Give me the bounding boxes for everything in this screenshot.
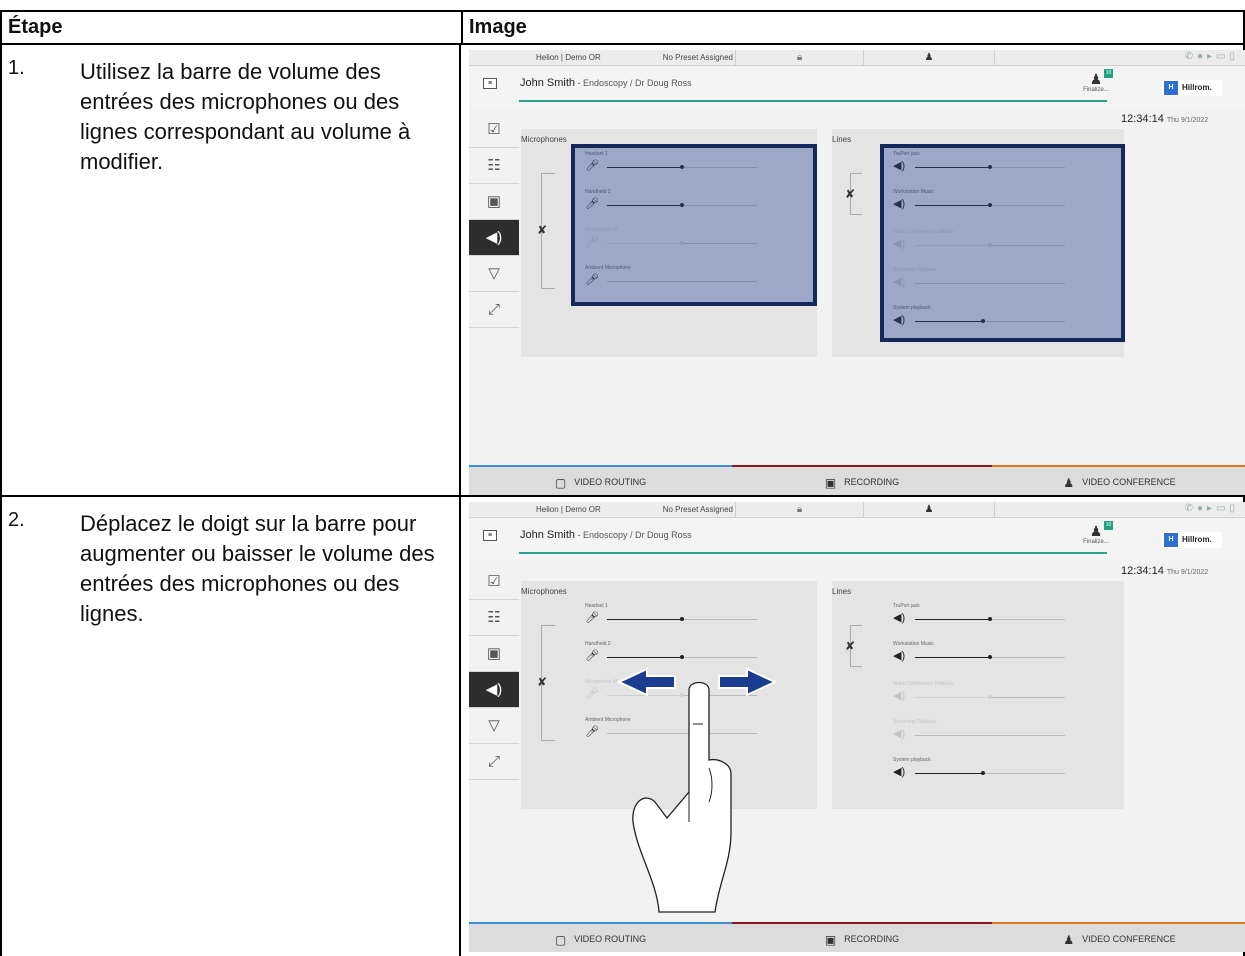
table-header: Étape Image xyxy=(0,10,1245,45)
audio-icon[interactable]: ◀) xyxy=(469,220,519,256)
ui-screenshot: Helion | Demo OR No Preset Assigned 🔒︎ ♟… xyxy=(469,502,1245,952)
step-row-2: 2. Déplacez le doigt sur la barre pour a… xyxy=(0,497,1245,956)
mic-mute-icon[interactable]: ✘ xyxy=(537,223,547,237)
step-text: Utilisez la barre de volume des entrées … xyxy=(80,59,411,174)
site-label: Helion | Demo OR xyxy=(536,53,601,62)
light-icon[interactable]: ▽ xyxy=(469,256,519,292)
status-icons: ✆●▸▭▯ xyxy=(1184,51,1239,62)
checklist-icon[interactable]: ☑ xyxy=(469,112,519,148)
tab-recording[interactable]: ▣ RECORDING xyxy=(732,465,992,495)
step-row-1: 1. Utilisez la barre de volume des entré… xyxy=(0,45,1245,497)
lock-icon[interactable]: 🔒︎ xyxy=(735,50,863,66)
hand-icon xyxy=(632,681,732,913)
microphones-title: Microphones xyxy=(521,135,567,144)
hillrom-logo: H Hillrom. xyxy=(1162,80,1222,96)
finalize-badge: 10 xyxy=(1104,69,1113,78)
lines-mute-icon[interactable]: ✘ xyxy=(845,187,855,201)
lines-title: Lines xyxy=(832,135,852,144)
camera-icon[interactable]: ⤢ xyxy=(469,292,519,328)
finalize-button[interactable]: ♟ 10 Finalize... xyxy=(1081,69,1113,93)
header-step: Étape xyxy=(2,12,463,43)
display-icon[interactable]: ▣ xyxy=(469,184,519,220)
patient-header: ≡ John Smith - Endoscopy / Dr Doug Ross … xyxy=(469,67,1245,107)
video-conference-icon: ♟ xyxy=(1063,475,1075,490)
step-number: 1. xyxy=(8,57,25,79)
side-nav: ☑ ☷ ▣ ◀) ▽ ⤢ xyxy=(469,112,519,328)
tab-video-conference[interactable]: ♟ VIDEO CONFERENCE xyxy=(992,465,1245,495)
step-cell: 2. Déplacez le doigt sur la barre pour a… xyxy=(2,497,461,956)
step-text: Déplacez le doigt sur la barre pour augm… xyxy=(80,511,435,626)
video-routing-icon: ▢ xyxy=(554,475,567,490)
gesture-overlay xyxy=(616,667,778,913)
patient-underline xyxy=(519,100,1107,102)
arrow-left-icon xyxy=(616,667,676,697)
header-image: Image xyxy=(469,16,527,38)
person-icon[interactable]: ♟ xyxy=(863,50,995,66)
tab-video-routing[interactable]: ▢ VIDEO ROUTING xyxy=(469,465,732,495)
arrow-right-icon xyxy=(718,667,778,697)
clock: 12:34:14 Thu 9/1/2022 xyxy=(1121,113,1209,125)
patient-name: John Smith - Endoscopy / Dr Doug Ross xyxy=(520,77,692,89)
recording-icon: ▣ xyxy=(824,475,837,490)
routing-icon[interactable]: ☷ xyxy=(469,148,519,184)
footer-tabs: ▢ VIDEO ROUTING ▣ RECORDING ♟ VIDEO CONFERE… xyxy=(469,465,1245,495)
status-bar: Helion | Demo OR No Preset Assigned 🔒︎ ♟… xyxy=(469,50,1245,66)
preset-label: No Preset Assigned xyxy=(662,53,733,62)
ui-screenshot: Helion | Demo OR No Preset Assigned 🔒︎ ♟… xyxy=(469,50,1245,495)
lines-highlight xyxy=(880,144,1125,342)
step-cell: 1. Utilisez la barre de volume des entré… xyxy=(2,45,461,495)
step-number: 2. xyxy=(8,509,25,531)
microphones-highlight xyxy=(571,144,817,306)
finalize-label: Finalize... xyxy=(1083,87,1109,93)
patient-card-icon[interactable]: ≡ xyxy=(483,78,497,89)
